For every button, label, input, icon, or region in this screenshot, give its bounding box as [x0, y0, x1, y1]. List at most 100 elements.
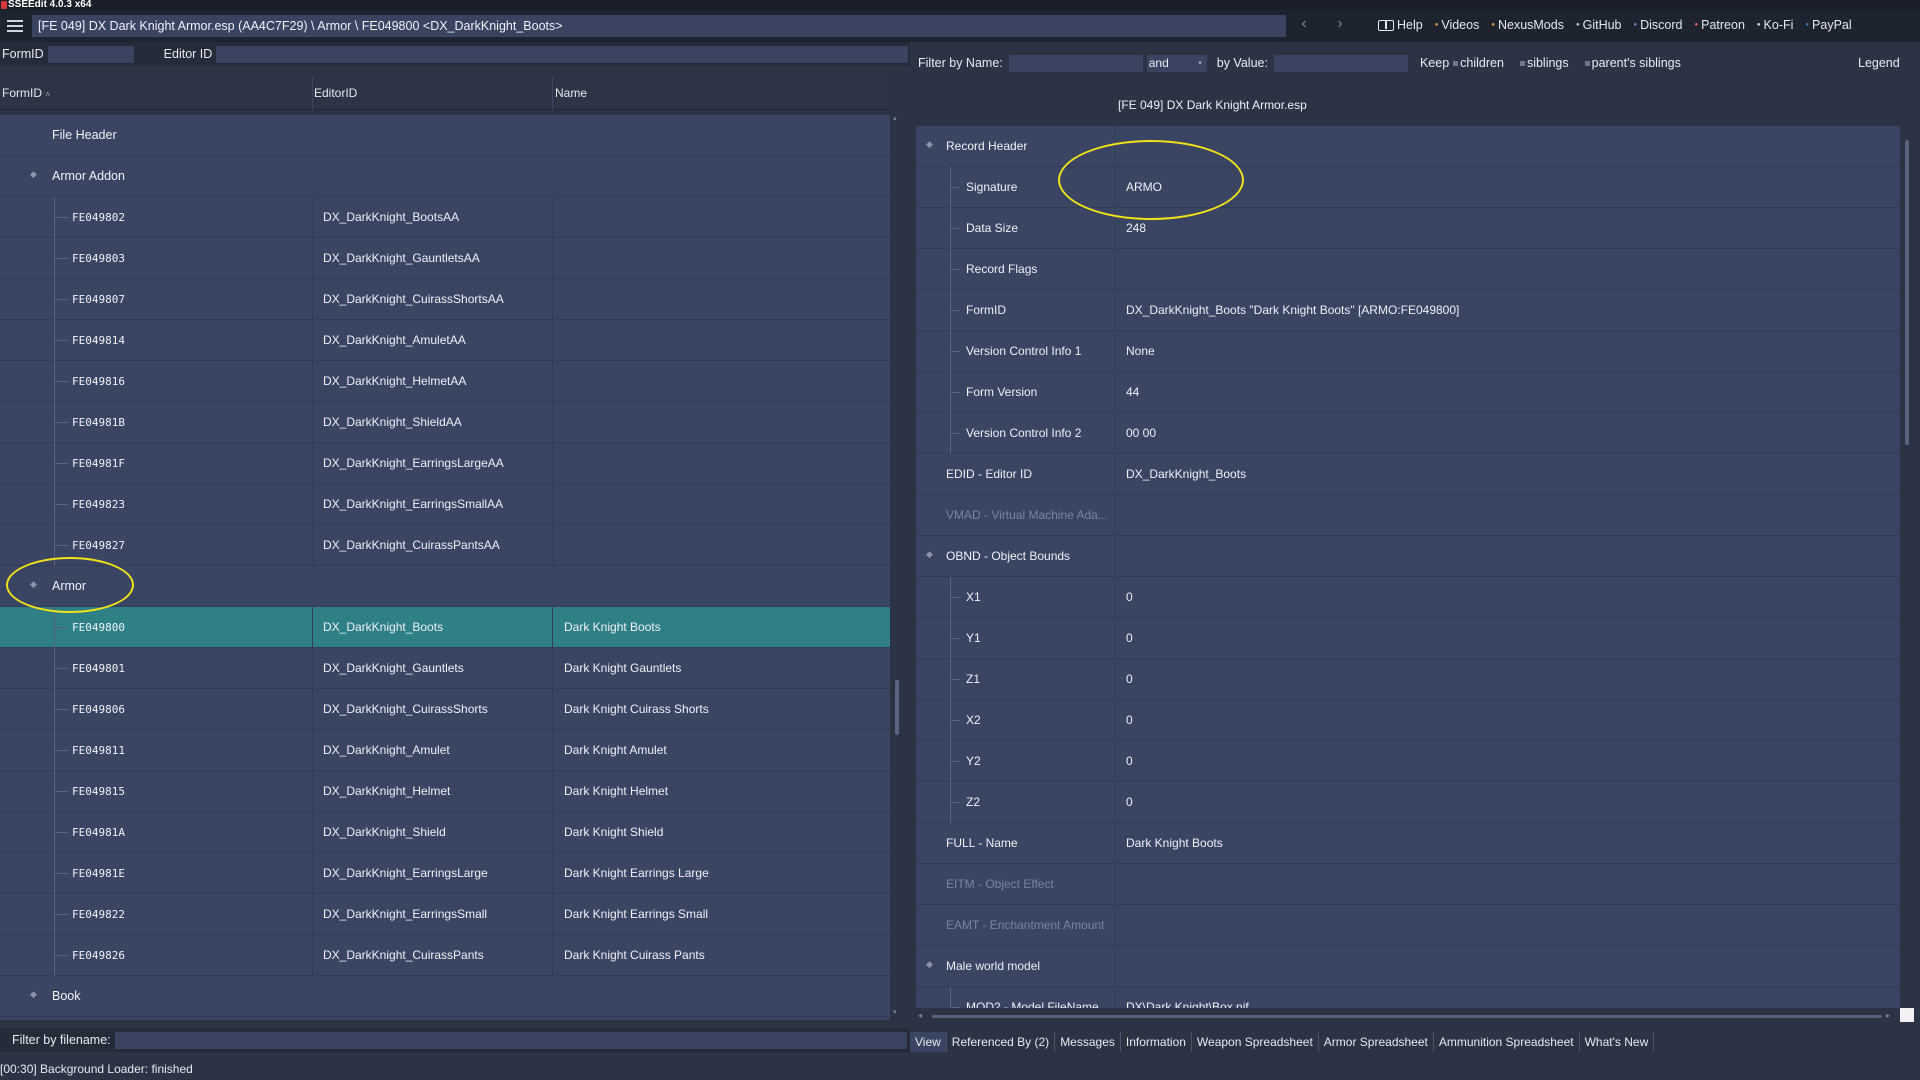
- filename-filter-input[interactable]: [114, 1031, 907, 1049]
- table-row[interactable]: FE049826 DX_DarkKnight_CuirassPants Dark K…: [0, 935, 890, 976]
- link-ko-fi[interactable]: ● Ko-Fi: [1757, 18, 1794, 32]
- record-field-row[interactable]: Z2 0: [916, 782, 1900, 823]
- formid-input[interactable]: [47, 45, 134, 63]
- table-row[interactable]: FE049800 DX_DarkKnight_Boots Dark Knight B…: [0, 607, 890, 648]
- record-field-row[interactable]: X1 0: [916, 577, 1900, 618]
- record-field-row[interactable]: ◆ Male world model: [916, 946, 1900, 987]
- tree-expander-icon[interactable]: ◆: [30, 579, 37, 590]
- link-videos[interactable]: ● Videos: [1435, 18, 1480, 32]
- record-field-row[interactable]: Version Control Info 1 None: [916, 331, 1900, 372]
- table-row[interactable]: FE049815 DX_DarkKnight_Helmet Dark Knight …: [0, 771, 890, 812]
- tab-information[interactable]: Information: [1121, 1032, 1192, 1052]
- tree-expander-icon[interactable]: ◆: [926, 959, 933, 970]
- formid-cell: FE049814: [72, 334, 125, 347]
- navigation-path[interactable]: [FE 049] DX Dark Knight Armor.esp (AA4C7…: [32, 15, 1286, 37]
- tab-view[interactable]: View: [910, 1032, 947, 1052]
- table-row[interactable]: FE04981A DX_DarkKnight_Shield Dark Knight …: [0, 812, 890, 853]
- filter-by-name-input[interactable]: [1008, 54, 1143, 72]
- table-row[interactable]: FE049811 DX_DarkKnight_Amulet Dark Knight …: [0, 730, 890, 771]
- link-nexusmods[interactable]: ● NexusMods: [1491, 18, 1564, 32]
- record-field-row[interactable]: Record Flags: [916, 249, 1900, 290]
- link-paypal[interactable]: ● PayPal: [1805, 18, 1851, 32]
- record-field-key: EAMT - Enchantment Amount: [946, 918, 1105, 932]
- tab-messages[interactable]: Messages: [1055, 1032, 1121, 1052]
- record-field-row[interactable]: EDID - Editor ID DX_DarkKnight_Boots: [916, 454, 1900, 495]
- tree-expander-icon[interactable]: ◆: [30, 989, 37, 1000]
- link-patreon[interactable]: ● Patreon: [1695, 18, 1745, 32]
- record-field-key: Male world model: [946, 959, 1041, 973]
- record-field-row[interactable]: Y2 0: [916, 741, 1900, 782]
- back-arrow-icon[interactable]: ‹: [1296, 15, 1312, 33]
- table-row[interactable]: FE049827 DX_DarkKnight_CuirassPantsAA: [0, 525, 890, 566]
- formid-cell: FE049815: [72, 785, 125, 798]
- keep-siblings-checkbox[interactable]: siblings: [1519, 56, 1569, 70]
- editorid-cell: DX_DarkKnight_AmuletAA: [323, 333, 466, 347]
- record-view-tree[interactable]: ◆ Record Header Signature ARMO Data Size 248 R…: [916, 126, 1900, 1008]
- tree-expander-icon[interactable]: ◆: [30, 169, 37, 180]
- table-row[interactable]: FE049803 DX_DarkKnight_GauntletsAA: [0, 238, 890, 279]
- table-row[interactable]: FE049801 DX_DarkKnight_Gauntlets Dark Knig…: [0, 648, 890, 689]
- record-field-row[interactable]: FULL - Name Dark Knight Boots: [916, 823, 1900, 864]
- table-row[interactable]: FE04981F DX_DarkKnight_EarringsLargeAA: [0, 443, 890, 484]
- navigation-tree[interactable]: File Header ◆ Armor Addon FE049802 DX_DarkKn…: [0, 115, 890, 1020]
- record-field-row[interactable]: ◆ OBND - Object Bounds: [916, 536, 1900, 577]
- column-header-editorid[interactable]: EditorID: [314, 86, 357, 100]
- tree-vertical-scrollbar[interactable]: ▴ ▾: [890, 110, 904, 1020]
- record-horizontal-scrollbar[interactable]: ◂ ▸: [916, 1010, 1900, 1022]
- filter-operator-select[interactable]: and ▾: [1146, 54, 1207, 72]
- tab-what-s-new[interactable]: What's New: [1580, 1032, 1655, 1052]
- record-field-row[interactable]: EITM - Object Effect: [916, 864, 1900, 905]
- record-vertical-scrollbar[interactable]: [1902, 126, 1912, 1008]
- link-github[interactable]: ● GitHub: [1576, 18, 1622, 32]
- record-field-key: Record Flags: [966, 262, 1038, 276]
- table-row[interactable]: FE049816 DX_DarkKnight_HelmetAA: [0, 361, 890, 402]
- column-header-formid[interactable]: FormID ˄: [2, 86, 50, 100]
- table-row[interactable]: FE049823 DX_DarkKnight_EarringsSmallAA: [0, 484, 890, 525]
- record-field-row[interactable]: Y1 0: [916, 618, 1900, 659]
- tree-group-row[interactable]: ◆ Armor Addon: [0, 156, 890, 197]
- record-field-value: 0: [1126, 590, 1133, 604]
- tree-group-row[interactable]: File Header: [0, 115, 890, 156]
- tree-expander-icon[interactable]: ◆: [926, 549, 933, 560]
- link-discord[interactable]: ● Discord: [1634, 18, 1683, 32]
- tab-weapon-spreadsheet[interactable]: Weapon Spreadsheet: [1192, 1032, 1319, 1052]
- record-field-row[interactable]: Z1 0: [916, 659, 1900, 700]
- record-field-row[interactable]: EAMT - Enchantment Amount: [916, 905, 1900, 946]
- paypal-icon: ●: [1805, 21, 1810, 28]
- record-field-row[interactable]: Form Version 44: [916, 372, 1900, 413]
- keep-parents-siblings-checkbox[interactable]: parent's siblings: [1584, 56, 1681, 70]
- filter-by-value-input[interactable]: [1273, 54, 1408, 72]
- editorid-input[interactable]: [216, 45, 909, 63]
- tree-group-row[interactable]: ◆ Armor: [0, 566, 890, 607]
- tab-armor-spreadsheet[interactable]: Armor Spreadsheet: [1319, 1032, 1434, 1052]
- table-row[interactable]: FE049806 DX_DarkKnight_CuirassShorts Dark …: [0, 689, 890, 730]
- table-row[interactable]: FE049822 DX_DarkKnight_EarringsSmall Dark …: [0, 894, 890, 935]
- link-help[interactable]: Help: [1378, 18, 1423, 32]
- legend-button[interactable]: Legend: [1858, 56, 1900, 70]
- record-field-row[interactable]: X2 0: [916, 700, 1900, 741]
- table-row[interactable]: FE049814 DX_DarkKnight_AmuletAA: [0, 320, 890, 361]
- tree-expander-icon[interactable]: ◆: [926, 139, 933, 150]
- tree-group-row[interactable]: ◆ Book: [0, 976, 890, 1017]
- record-field-row[interactable]: VMAD - Virtual Machine Ada...: [916, 495, 1900, 536]
- tab-referenced-by-2[interactable]: Referenced By (2): [947, 1032, 1056, 1052]
- record-field-row[interactable]: FormID DX_DarkKnight_Boots "Dark Knight B…: [916, 290, 1900, 331]
- record-field-row[interactable]: ◆ Record Header: [916, 126, 1900, 167]
- tab-ammunition-spreadsheet[interactable]: Ammunition Spreadsheet: [1434, 1032, 1580, 1052]
- column-header-name[interactable]: Name: [555, 86, 587, 100]
- editorid-cell: DX_DarkKnight_EarringsSmallAA: [323, 497, 504, 511]
- formid-cell: FE049806: [72, 703, 125, 716]
- record-field-row[interactable]: Version Control Info 2 00 00: [916, 413, 1900, 454]
- record-field-row[interactable]: Signature ARMO: [916, 167, 1900, 208]
- forward-arrow-icon[interactable]: ›: [1332, 15, 1348, 33]
- table-row[interactable]: FE049807 DX_DarkKnight_CuirassShortsAA: [0, 279, 890, 320]
- book-icon: [1378, 19, 1394, 31]
- menu-icon[interactable]: [0, 10, 30, 42]
- table-row[interactable]: FE04981E DX_DarkKnight_EarringsLarge Dark …: [0, 853, 890, 894]
- keep-children-checkbox[interactable]: children: [1453, 56, 1504, 70]
- record-field-row[interactable]: MOD2 - Model FileName DX\Dark Knight\Box.…: [916, 987, 1900, 1008]
- record-field-row[interactable]: Data Size 248: [916, 208, 1900, 249]
- table-row[interactable]: FE049802 DX_DarkKnight_BootsAA: [0, 197, 890, 238]
- editorid-label: Editor ID: [163, 47, 213, 61]
- table-row[interactable]: FE04981B DX_DarkKnight_ShieldAA: [0, 402, 890, 443]
